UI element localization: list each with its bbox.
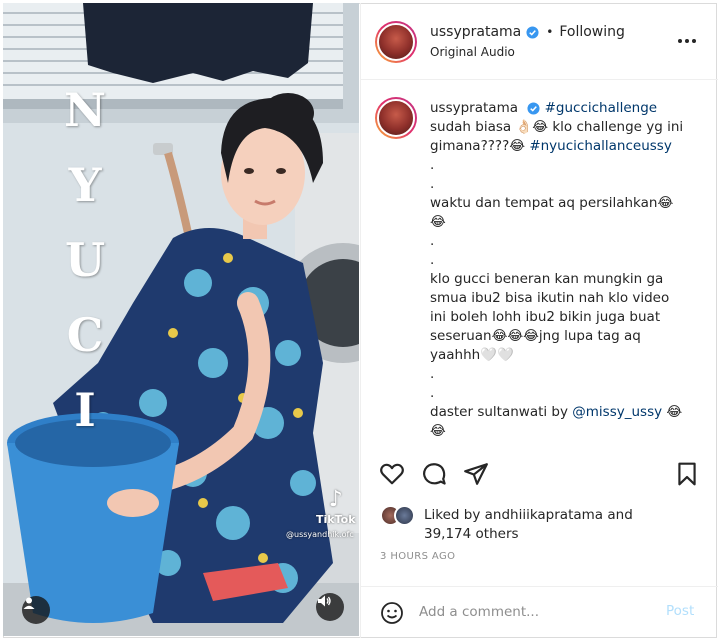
caption-text-segment: . bbox=[430, 366, 435, 382]
tiktok-label: TikTok bbox=[316, 513, 356, 526]
user-tag-button[interactable] bbox=[22, 596, 50, 624]
caption-text: ussypratama #guccichallenge sudah biasa … bbox=[430, 99, 700, 441]
comment-composer: Post bbox=[361, 586, 718, 638]
comment-icon[interactable] bbox=[421, 461, 447, 487]
nyuci-overlay-text: N Y U C I bbox=[59, 73, 111, 448]
post-header: ussypratama • Following Original Audio bbox=[361, 3, 718, 80]
overlay-letter: U bbox=[64, 233, 106, 287]
caption-text-segment: . bbox=[430, 176, 435, 192]
audio-link[interactable]: Original Audio bbox=[430, 45, 515, 59]
caption-line: . bbox=[430, 251, 700, 270]
caption-text-segment: . bbox=[430, 385, 435, 401]
caption-text-segment: 😂 bbox=[430, 423, 446, 439]
caption-line: waktu dan tempat aq persilahkan😂 bbox=[430, 194, 700, 213]
user-tag-icon bbox=[23, 597, 35, 609]
post-caption: ussypratama #guccichallenge sudah biasa … bbox=[361, 81, 718, 441]
caption-text-segment: daster sultanwati by bbox=[430, 404, 573, 420]
more-options-icon[interactable] bbox=[675, 33, 699, 49]
caption-line: . bbox=[430, 384, 700, 403]
separator-dot: • bbox=[546, 25, 554, 39]
save-bookmark-icon[interactable] bbox=[674, 461, 700, 487]
caption-author-avatar[interactable] bbox=[375, 97, 417, 139]
caption-line: daster sultanwati by @missy_ussy 😂 bbox=[430, 403, 700, 422]
verified-badge-icon bbox=[527, 101, 540, 115]
likes-summary: Liked by andhiiikapratama and 39,174 oth… bbox=[380, 503, 700, 547]
caption-line: ussypratama #guccichallenge bbox=[430, 99, 700, 118]
overlay-letter: Y bbox=[68, 158, 102, 212]
caption-line: 😂 bbox=[430, 213, 700, 232]
liker-avatar[interactable] bbox=[394, 505, 415, 526]
caption-line: . bbox=[430, 156, 700, 175]
author-avatar[interactable] bbox=[375, 21, 417, 63]
caption-line: 😂 bbox=[430, 422, 700, 441]
caption-text-segment: . bbox=[430, 157, 435, 173]
caption-text-segment: waktu dan tempat aq persilahkan😂 bbox=[430, 195, 674, 211]
video-frame-illustration bbox=[3, 3, 359, 636]
caption-text-segment: . bbox=[430, 233, 435, 249]
tiktok-watermark: ♪ TikTok bbox=[316, 487, 356, 527]
post-comment-button[interactable]: Post bbox=[666, 603, 694, 619]
caption-line: smua ibu2 bisa ikutin nah klo video bbox=[430, 289, 700, 308]
post-video[interactable]: N Y U C I ♪ TikTok @ussyandhik.ofc bbox=[3, 3, 359, 636]
sound-icon bbox=[318, 595, 331, 607]
share-icon[interactable] bbox=[463, 461, 489, 487]
like-heart-icon[interactable] bbox=[379, 461, 405, 487]
overlay-letter: N bbox=[63, 83, 107, 137]
verified-badge-icon bbox=[526, 25, 539, 39]
caption-text-segment: 😂 bbox=[430, 214, 446, 230]
caption-text-segment: sudah biasa 👌🏻😂 klo challenge yg ini bbox=[430, 119, 684, 135]
post-side-panel: ussypratama • Following Original Audio u… bbox=[360, 3, 718, 638]
tiktok-handle: @ussyandhik.ofc bbox=[286, 530, 354, 539]
caption-line: . bbox=[430, 365, 700, 384]
emoji-icon[interactable] bbox=[380, 601, 404, 625]
overlay-letter: I bbox=[74, 383, 96, 437]
caption-line: yaahhh🤍🤍 bbox=[430, 346, 700, 365]
comment-input[interactable] bbox=[419, 599, 659, 625]
likes-connector: and bbox=[603, 507, 633, 523]
caption-line: klo gucci beneran kan mungkin ga bbox=[430, 270, 700, 289]
caption-line: seseruan😂😂😂jng lupa tag aq bbox=[430, 327, 700, 346]
caption-line: gimana????😂 #nyucichallanceussy bbox=[430, 137, 700, 156]
caption-text-segment: . bbox=[430, 252, 435, 268]
caption-text-segment: smua ibu2 bisa ikutin nah klo video bbox=[430, 290, 670, 306]
caption-text-segment: 😂 bbox=[662, 404, 683, 420]
caption-line: ini boleh lohh ibu2 bikin juga buat bbox=[430, 308, 700, 327]
overlay-letter: C bbox=[66, 308, 104, 362]
caption-line: . bbox=[430, 232, 700, 251]
post-timestamp[interactable]: 3 HOURS AGO bbox=[380, 551, 455, 562]
caption-text-segment: klo gucci beneran kan mungkin ga bbox=[430, 271, 664, 287]
likes-text: Liked by andhiiikapratama and 39,174 oth… bbox=[424, 506, 633, 544]
caption-username[interactable]: ussypratama bbox=[430, 100, 518, 116]
caption-line: sudah biasa 👌🏻😂 klo challenge yg ini bbox=[430, 118, 700, 137]
likes-prefix: Liked by bbox=[424, 507, 485, 523]
mention-link[interactable]: @missy_ussy bbox=[572, 404, 662, 420]
liker-username[interactable]: andhiiikapratama bbox=[485, 507, 603, 523]
sound-toggle-button[interactable] bbox=[316, 593, 344, 621]
author-row: ussypratama • Following bbox=[430, 24, 625, 40]
caption-line: . bbox=[430, 175, 700, 194]
author-username[interactable]: ussypratama bbox=[430, 24, 521, 40]
caption-text-segment: seseruan😂😂😂jng lupa tag aq bbox=[430, 328, 641, 344]
caption-text-segment: yaahhh🤍🤍 bbox=[430, 347, 514, 363]
likes-count[interactable]: 39,174 others bbox=[424, 526, 519, 542]
hashtag-link[interactable]: #nyucichallanceussy bbox=[529, 138, 672, 154]
following-button[interactable]: Following bbox=[559, 24, 625, 40]
post-actions-bar bbox=[361, 455, 718, 495]
caption-text-segment: ini boleh lohh ibu2 bikin juga buat bbox=[430, 309, 661, 325]
caption-text-segment: gimana????😂 bbox=[430, 138, 530, 154]
tiktok-logo-icon: ♪ bbox=[328, 487, 343, 512]
hashtag-link[interactable]: #guccichallenge bbox=[545, 100, 658, 116]
